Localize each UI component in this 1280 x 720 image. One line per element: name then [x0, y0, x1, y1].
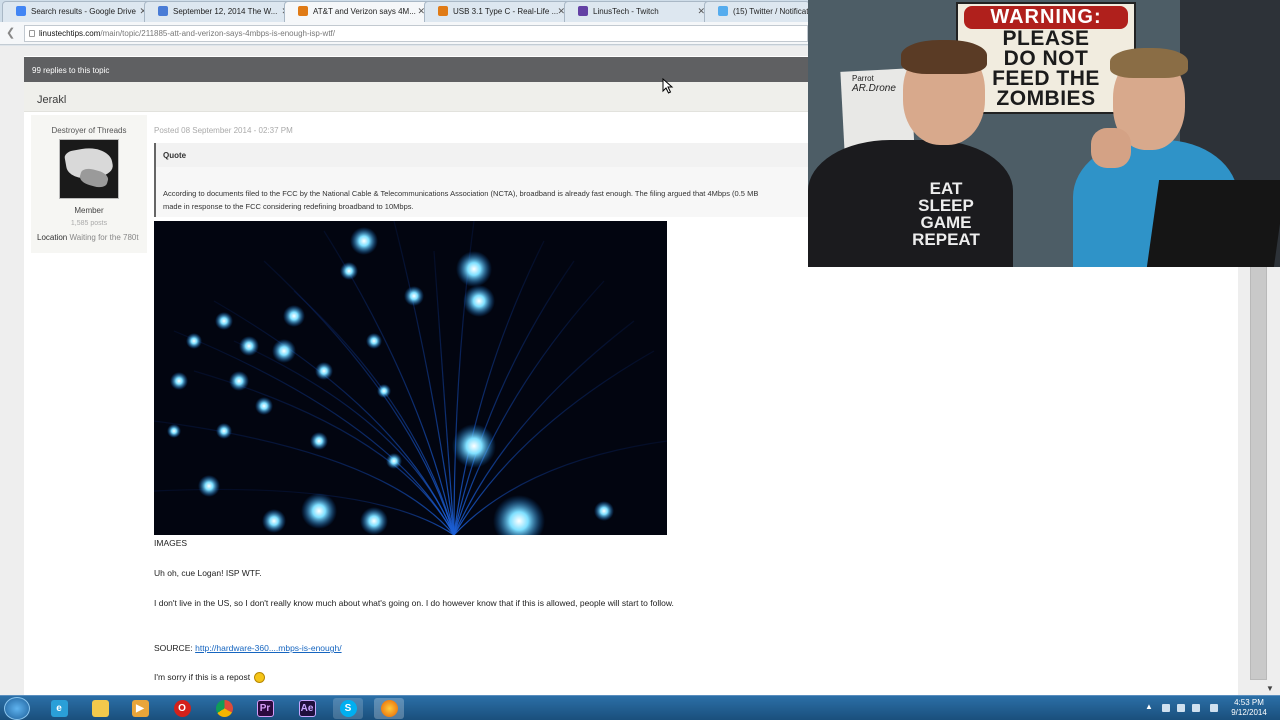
location-value: Waiting for the 780t — [69, 233, 139, 242]
post-line-1: Uh oh, cue Logan! ISP WTF. — [154, 568, 262, 578]
opera-icon: O — [173, 700, 191, 717]
network-icon[interactable] — [1177, 704, 1185, 712]
author-group: Member — [74, 206, 104, 215]
firefox-taskbar-button[interactable] — [374, 698, 404, 719]
clock-time: 4:53 PM — [1234, 698, 1264, 707]
page-icon — [29, 30, 35, 37]
avatar[interactable] — [59, 139, 119, 199]
skype-taskbar-button[interactable]: S — [333, 698, 363, 719]
url-host: linustechtips.com — [39, 29, 101, 38]
shirt-text: EAT SLEEP GAME REPEAT — [896, 180, 996, 248]
start-button-icon[interactable] — [4, 697, 30, 720]
tab-label: Search results - Google Drive — [31, 7, 136, 16]
tab-usb-31[interactable]: USB 3.1 Type C - Real-Life ... ✕ — [424, 1, 570, 22]
author-location: Location Waiting for the 780t — [31, 233, 147, 242]
windows-taskbar: e ▶ O Pr Ae S ▲ 4:53 PM 9/12/2014 — [0, 695, 1280, 720]
box-brand: Parrot — [852, 74, 874, 83]
ltt-icon — [438, 6, 448, 16]
author-rank: Destroyer of Threads — [51, 126, 127, 135]
shirt-line: EAT — [929, 179, 963, 198]
shirt-line: REPEAT — [912, 230, 980, 249]
ltt-icon — [298, 6, 308, 16]
sad-smiley-icon — [254, 672, 266, 684]
quote-line-2: made in response to the FCC considering … — [163, 202, 414, 211]
url-path: /main/topic/211885-att-and-verizon-says-… — [100, 29, 335, 38]
browser-toolbar: ❮ linustechtips.com/main/topic/211885-at… — [0, 22, 810, 45]
premiere-taskbar-button[interactable]: Pr — [250, 698, 280, 719]
media-player-icon: ▶ — [131, 700, 149, 717]
quote-line-1: According to documents filed to the FCC … — [163, 189, 759, 198]
post-line-2: I don't live in the US, so I don't reall… — [154, 598, 674, 608]
author-name-link[interactable]: Jerakl — [37, 94, 66, 106]
shirt-line: GAME — [920, 213, 972, 232]
replies-count: 99 replies to this topic — [32, 66, 110, 75]
quote-header: Quote — [154, 143, 810, 167]
shirt-line: SLEEP — [918, 196, 974, 215]
author-info-panel: Destroyer of Threads Member 1,585 posts … — [31, 115, 147, 253]
media-player-taskbar-button[interactable]: ▶ — [125, 698, 155, 719]
author-post-count: 1,585 posts — [70, 220, 108, 227]
source-link[interactable]: http://hardware-360....mbps-is-enough/ — [195, 643, 341, 653]
tab-att-verizon[interactable]: AT&T and Verizon says 4M... ✕ — [284, 1, 430, 22]
twitter-icon — [718, 6, 728, 16]
location-label: Location — [37, 233, 68, 242]
tab-label: LinusTech - Twitch — [593, 7, 659, 16]
tab-label: (15) Twitter / Notificat — [733, 7, 809, 16]
opera-taskbar-button[interactable]: O — [167, 698, 197, 719]
explorer-taskbar-button[interactable] — [85, 698, 115, 719]
twitch-icon — [578, 6, 588, 16]
topic-reply-count-bar: 99 replies to this topic — [24, 57, 814, 82]
webcam-overlay: Parrot AR.Drone WARNING: PLEASE DO NOT F… — [808, 0, 1280, 267]
mouse-cursor-icon — [662, 78, 674, 94]
tab-strip: Search results - Google Drive ✕ Septembe… — [0, 0, 810, 22]
skype-icon: S — [339, 700, 357, 717]
post-timestamp: Posted 08 September 2014 - 02:37 PM — [154, 126, 293, 135]
firefox-icon — [380, 700, 398, 717]
volume-icon[interactable] — [1210, 704, 1218, 712]
signal-icon[interactable] — [1192, 704, 1200, 712]
sign-line: PLEASE — [1002, 27, 1090, 50]
quote-body: According to documents filed to the FCC … — [154, 167, 810, 217]
scroll-down-arrow-icon[interactable]: ▼ — [1266, 684, 1274, 693]
taskbar-clock[interactable]: 4:53 PM 9/12/2014 — [1224, 698, 1274, 718]
fiber-optic-image — [154, 221, 667, 535]
quote-label: Quote — [163, 151, 187, 160]
tab-label: USB 3.1 Type C - Real-Life ... — [453, 7, 559, 16]
after-effects-icon: Ae — [298, 700, 316, 717]
source-line: SOURCE: http://hardware-360....mbps-is-e… — [154, 643, 342, 653]
presenter-left-hair — [901, 40, 987, 74]
back-arrow-icon[interactable]: ❮ — [6, 26, 15, 39]
docs-icon — [158, 6, 168, 16]
flag-icon[interactable] — [1162, 704, 1170, 712]
post-author-bar: Jerakl — [24, 82, 814, 112]
presenter-right-hair — [1110, 48, 1188, 78]
address-bar[interactable]: linustechtips.com/main/topic/211885-att-… — [24, 25, 808, 42]
explorer-icon — [91, 700, 109, 717]
premiere-icon: Pr — [256, 700, 274, 717]
presenter-hand — [1091, 128, 1131, 168]
clock-date: 9/12/2014 — [1231, 708, 1267, 717]
ie-icon: e — [50, 700, 68, 717]
post-line-3: I'm sorry if this is a repost — [154, 672, 266, 684]
laptop — [1146, 180, 1280, 267]
post-line-3-text: I'm sorry if this is a repost — [154, 672, 251, 682]
tab-google-drive[interactable]: Search results - Google Drive ✕ — [2, 1, 152, 22]
after-effects-taskbar-button[interactable]: Ae — [292, 698, 322, 719]
box-name: AR.Drone — [852, 83, 896, 94]
ie-taskbar-button[interactable]: e — [44, 698, 74, 719]
source-label: SOURCE: — [154, 643, 193, 653]
sign-header: WARNING: — [964, 6, 1128, 29]
chrome-icon — [215, 700, 233, 717]
tab-september-12[interactable]: September 12, 2014 The W... ✕ — [144, 1, 294, 22]
images-label: IMAGES — [154, 538, 188, 548]
show-hidden-icons-icon[interactable]: ▲ — [1145, 702, 1153, 711]
tab-label: AT&T and Verizon says 4M... — [313, 7, 416, 16]
tab-twitch[interactable]: LinusTech - Twitch ✕ — [564, 1, 710, 22]
google-drive-icon — [16, 6, 26, 16]
tab-label: September 12, 2014 The W... — [173, 7, 278, 16]
chrome-taskbar-button[interactable] — [209, 698, 239, 719]
tab-twitter[interactable]: (15) Twitter / Notificat — [704, 1, 810, 22]
